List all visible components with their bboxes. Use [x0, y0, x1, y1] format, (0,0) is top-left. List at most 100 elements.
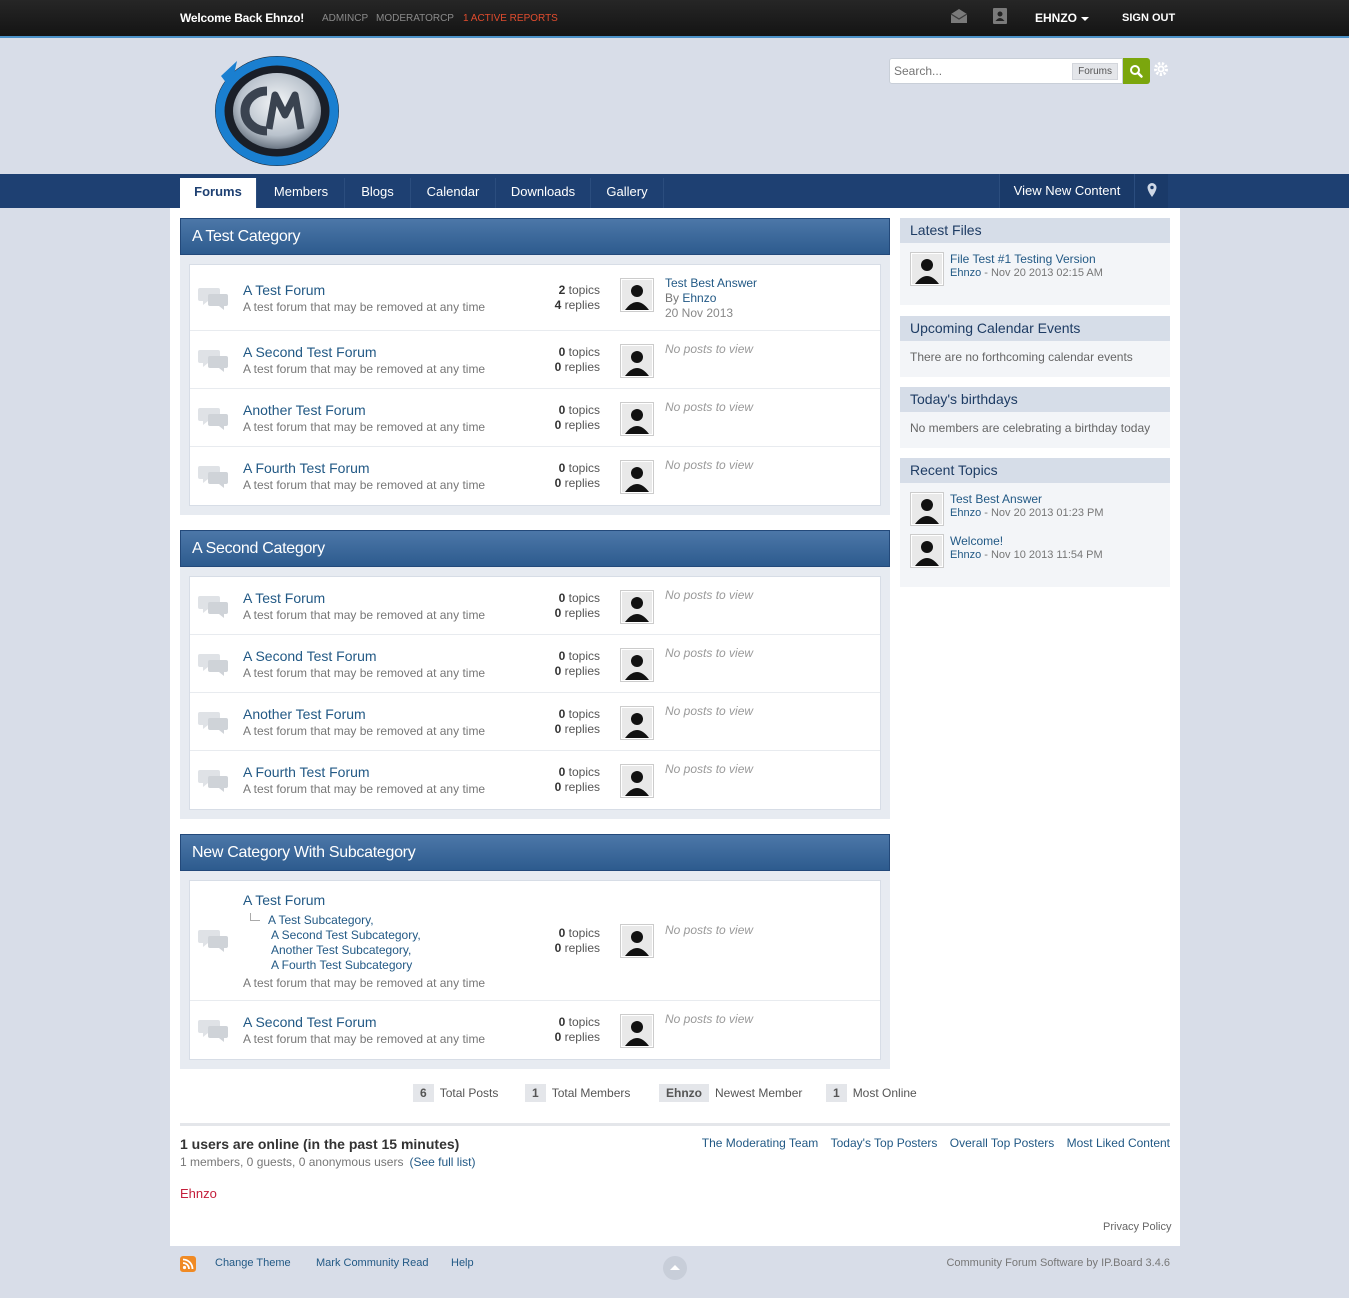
forum-title-link[interactable]: A Test Forum [243, 590, 325, 606]
stat-label: Most Online [852, 1086, 917, 1100]
topic-title-link[interactable]: Test Best Answer [950, 492, 1042, 506]
file-title-link[interactable]: File Test #1 Testing Version [950, 252, 1096, 266]
no-posts-text: No posts to view [665, 923, 754, 937]
avatar[interactable] [910, 534, 944, 568]
replies-label: replies [564, 476, 600, 490]
avatar[interactable] [620, 924, 654, 958]
search-options-gear-icon[interactable] [1154, 62, 1168, 76]
search-button[interactable] [1123, 58, 1150, 84]
inbox-icon[interactable] [950, 9, 968, 23]
replies-label: replies [564, 941, 600, 955]
forum-stats: 0 topics 0 replies [520, 649, 600, 679]
tab-calendar[interactable]: Calendar [411, 178, 496, 208]
subforum-link[interactable]: A Fourth Test Subcategory [271, 958, 412, 972]
tab-downloads[interactable]: Downloads [496, 178, 591, 208]
no-posts-text: No posts to view [665, 762, 754, 776]
avatar[interactable] [910, 252, 944, 286]
stat-total-posts: 6 Total Posts [413, 1084, 498, 1102]
last-post-user-link[interactable]: Ehnzo [682, 291, 716, 305]
search-input[interactable] [894, 63, 1064, 79]
avatar[interactable] [620, 648, 654, 682]
topic-user-link[interactable]: Ehnzo [950, 507, 981, 519]
tab-forums[interactable]: Forums [180, 178, 257, 208]
forum-stats: 0 topics 0 replies [520, 591, 600, 621]
forum-title-link[interactable]: A Fourth Test Forum [243, 460, 370, 476]
category-title[interactable]: A Second Category [180, 530, 890, 567]
avatar[interactable] [620, 1014, 654, 1048]
forum-title-link[interactable]: A Second Test Forum [243, 648, 377, 664]
avatar[interactable] [620, 460, 654, 494]
rss-icon[interactable] [180, 1256, 196, 1272]
topic-title-link[interactable]: Welcome! [950, 534, 1003, 548]
block-title[interactable]: Recent Topics [900, 458, 1170, 483]
mark-community-read-link[interactable]: Mark Community Read [316, 1257, 428, 1269]
privacy-policy-link[interactable]: Privacy Policy [1103, 1221, 1171, 1233]
topic-user-link[interactable]: Ehnzo [950, 549, 981, 561]
block-title[interactable]: Upcoming Calendar Events [900, 316, 1170, 341]
forum-title-link[interactable]: A Test Forum [243, 892, 325, 908]
most-liked-content-link[interactable]: Most Liked Content [1067, 1136, 1170, 1150]
see-full-list-link[interactable]: (See full list) [409, 1155, 475, 1169]
reports-icon[interactable] [992, 8, 1008, 24]
forum-title-link[interactable]: A Fourth Test Forum [243, 764, 370, 780]
avatar[interactable] [620, 402, 654, 436]
change-theme-link[interactable]: Change Theme [215, 1257, 291, 1269]
tab-members[interactable]: Members [258, 178, 345, 208]
forum-row: A Second Test Forum A test forum that ma… [190, 331, 880, 389]
moderating-team-link[interactable]: The Moderating Team [702, 1136, 819, 1150]
block-title[interactable]: Today's birthdays [900, 387, 1170, 412]
todays-top-posters-link[interactable]: Today's Top Posters [831, 1136, 938, 1150]
forum-title-link[interactable]: Another Test Forum [243, 706, 366, 722]
online-user-link[interactable]: Ehnzo [180, 1186, 217, 1201]
active-reports-link[interactable]: 1 ACTIVE REPORTS [463, 13, 558, 24]
sign-out-link[interactable]: SIGN OUT [1122, 12, 1175, 24]
stat-label: Total Posts [439, 1086, 499, 1100]
block-title[interactable]: Latest Files [900, 218, 1170, 243]
online-counts: 1 members, 0 guests, 0 anonymous users [180, 1155, 404, 1169]
reply-count: 0 [554, 476, 562, 490]
tab-blogs[interactable]: Blogs [345, 178, 411, 208]
avatar[interactable] [620, 590, 654, 624]
newest-member-link[interactable]: Ehnzo [659, 1084, 709, 1102]
topic-count: 0 [558, 345, 566, 359]
tab-gallery[interactable]: Gallery [591, 178, 664, 208]
forum-read-icon [198, 288, 228, 310]
forum-title-link[interactable]: Another Test Forum [243, 402, 366, 418]
subforum-link[interactable]: A Second Test Subcategory, [271, 928, 421, 942]
avatar[interactable] [620, 278, 654, 312]
last-post-info: No posts to view [665, 704, 753, 719]
avatar[interactable] [620, 706, 654, 740]
admincp-link[interactable]: ADMINCP [322, 13, 368, 24]
category-title[interactable]: A Test Category [180, 218, 890, 255]
forum-title-link[interactable]: A Test Forum [243, 282, 325, 298]
topic-count: 0 [558, 461, 566, 475]
last-post-info: No posts to view [665, 400, 753, 415]
view-new-content-button[interactable]: View New Content [999, 174, 1134, 208]
subforum-link[interactable]: Another Test Subcategory, [271, 943, 411, 957]
map-pin-icon [1147, 183, 1157, 197]
avatar[interactable] [620, 764, 654, 798]
moderatorcp-link[interactable]: MODERATORCP [376, 13, 454, 24]
mark-site-button[interactable] [1134, 174, 1168, 208]
site-logo[interactable] [209, 51, 343, 168]
replies-label: replies [564, 722, 600, 736]
user-menu[interactable]: EHNZO [1035, 11, 1089, 25]
forum-row: A Test Forum A test forum that may be re… [190, 577, 880, 635]
forum-title-link[interactable]: A Second Test Forum [243, 1014, 377, 1030]
search-box: Forums [889, 58, 1123, 84]
back-to-top-button[interactable] [663, 1256, 687, 1280]
avatar[interactable] [910, 492, 944, 526]
last-post-title-link[interactable]: Test Best Answer [665, 276, 757, 290]
forum-description: A test forum that may be removed at any … [243, 608, 486, 622]
avatar[interactable] [620, 344, 654, 378]
forum-stats: 0 topics 0 replies [520, 1015, 600, 1045]
forum-description: A test forum that may be removed at any … [243, 976, 486, 990]
category-title[interactable]: New Category With Subcategory [180, 834, 890, 871]
recent-topics-block: Recent Topics Test Best Answer Ehnzo - N… [900, 458, 1170, 587]
subforum-link[interactable]: A Test Subcategory, [268, 913, 374, 927]
overall-top-posters-link[interactable]: Overall Top Posters [950, 1136, 1055, 1150]
search-scope-select[interactable]: Forums [1072, 63, 1118, 80]
file-user-link[interactable]: Ehnzo [950, 267, 981, 279]
forum-title-link[interactable]: A Second Test Forum [243, 344, 377, 360]
help-link[interactable]: Help [451, 1257, 474, 1269]
